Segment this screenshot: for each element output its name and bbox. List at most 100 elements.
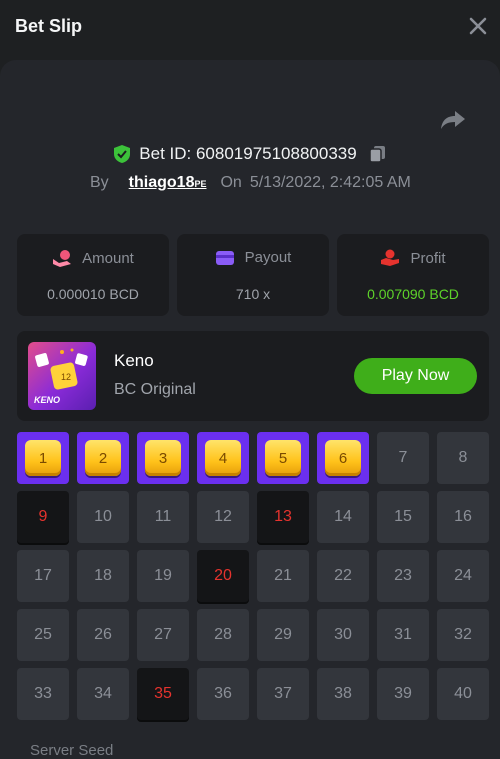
server-seed-label: Server Seed <box>30 742 114 759</box>
gem-number: 6 <box>325 440 361 476</box>
keno-cell: 10 <box>77 491 129 543</box>
keno-cell: 30 <box>317 609 369 661</box>
amount-label: Amount <box>82 249 134 267</box>
cell-number: 28 <box>214 626 232 643</box>
cell-number: 33 <box>34 685 52 702</box>
cell-number: 14 <box>334 508 352 525</box>
keno-cell: 14 <box>317 491 369 543</box>
cell-number: 12 <box>214 508 232 525</box>
keno-cell: 24 <box>437 550 489 602</box>
cell-number: 10 <box>94 508 112 525</box>
keno-cell: 34 <box>77 668 129 720</box>
keno-cell: 32 <box>437 609 489 661</box>
keno-cell: 12 <box>197 491 249 543</box>
on-label: On <box>220 174 242 191</box>
cell-number: 16 <box>454 508 472 525</box>
payout-value: 710 x <box>235 286 271 302</box>
keno-cell: 5 <box>257 432 309 484</box>
keno-cell: 31 <box>377 609 429 661</box>
cell-number: 20 <box>214 567 232 584</box>
verified-shield-icon <box>114 145 131 163</box>
header: Bet Slip <box>0 0 500 58</box>
keno-cell: 13 <box>257 491 309 543</box>
share-icon[interactable] <box>440 108 466 132</box>
cell-number: 29 <box>274 626 292 643</box>
keno-cell: 36 <box>197 668 249 720</box>
keno-cell: 40 <box>437 668 489 720</box>
play-now-button[interactable]: Play Now <box>354 358 477 394</box>
cell-number: 27 <box>154 626 172 643</box>
cell-number: 38 <box>334 685 352 702</box>
cell-number: 35 <box>154 685 172 702</box>
bet-id: Bet ID: 60801975108800339 <box>139 144 357 163</box>
profit-value: 0.007090 BCD <box>367 286 459 302</box>
game-subtitle: BC Original <box>114 381 196 398</box>
keno-cell: 33 <box>17 668 69 720</box>
keno-cell: 25 <box>17 609 69 661</box>
keno-cell: 2 <box>77 432 129 484</box>
bet-datetime: 5/13/2022, 2:42:05 AM <box>249 174 411 191</box>
payout-label: Payout <box>244 249 292 266</box>
cell-number: 7 <box>398 449 408 466</box>
keno-cell: 15 <box>377 491 429 543</box>
keno-cell: 37 <box>257 668 309 720</box>
bet-meta-row: By thiago18PE On 5/13/2022, 2:42:05 AM <box>90 172 411 194</box>
page-title: Bet Slip <box>15 16 83 36</box>
keno-cell: 22 <box>317 550 369 602</box>
cell-number: 17 <box>34 567 52 584</box>
cell-number: 22 <box>334 567 352 584</box>
keno-cell: 17 <box>17 550 69 602</box>
username: thiago18 <box>128 174 195 191</box>
keno-cell: 35 <box>137 668 189 720</box>
close-icon[interactable] <box>466 14 490 38</box>
keno-cell: 20 <box>197 550 249 602</box>
amount-value: 0.000010 BCD <box>47 286 139 302</box>
keno-cell: 9 <box>17 491 69 543</box>
profit-label: Profit <box>410 249 446 267</box>
keno-cell: 29 <box>257 609 309 661</box>
keno-cell: 1 <box>17 432 69 484</box>
by-label: By <box>90 174 109 191</box>
cell-number: 15 <box>394 508 412 525</box>
keno-thumbnail[interactable]: 12 KENO <box>28 342 96 410</box>
svg-text:12: 12 <box>61 372 71 382</box>
coins-hand-icon <box>53 250 72 267</box>
cell-number: 9 <box>38 508 48 525</box>
game-card: 12 KENO Keno BC Original Play Now <box>17 331 489 421</box>
keno-cell: 11 <box>137 491 189 543</box>
gem-number: 4 <box>205 440 241 476</box>
keno-cell: 8 <box>437 432 489 484</box>
copy-icon[interactable] <box>368 145 387 163</box>
game-name: Keno <box>114 351 154 370</box>
gem-number: 1 <box>25 440 61 476</box>
cell-number: 39 <box>394 685 412 702</box>
cell-number: 25 <box>34 626 52 643</box>
cell-number: 32 <box>454 626 472 643</box>
card-icon <box>215 250 234 265</box>
cell-number: 21 <box>274 567 292 584</box>
cell-number: 40 <box>454 685 472 702</box>
gem-number: 3 <box>145 440 181 476</box>
cell-number: 13 <box>274 508 292 525</box>
coin-hand-icon <box>381 249 400 266</box>
keno-cell: 27 <box>137 609 189 661</box>
keno-cell: 3 <box>137 432 189 484</box>
keno-cell: 28 <box>197 609 249 661</box>
cell-number: 24 <box>454 567 472 584</box>
keno-cell: 6 <box>317 432 369 484</box>
keno-cell: 38 <box>317 668 369 720</box>
cell-number: 34 <box>94 685 112 702</box>
keno-cell: 39 <box>377 668 429 720</box>
profit-card: Profit 0.007090 BCD <box>337 234 489 316</box>
cell-number: 37 <box>274 685 292 702</box>
thumb-text: KENO <box>34 395 61 405</box>
keno-cell: 26 <box>77 609 129 661</box>
keno-cell: 18 <box>77 550 129 602</box>
payout-card: Payout 710 x <box>177 234 329 316</box>
cell-number: 18 <box>94 567 112 584</box>
gem-number: 5 <box>265 440 301 476</box>
keno-cell: 21 <box>257 550 309 602</box>
cell-number: 23 <box>394 567 412 584</box>
username-link[interactable]: thiago18PE <box>129 174 207 192</box>
cell-number: 8 <box>458 449 468 466</box>
